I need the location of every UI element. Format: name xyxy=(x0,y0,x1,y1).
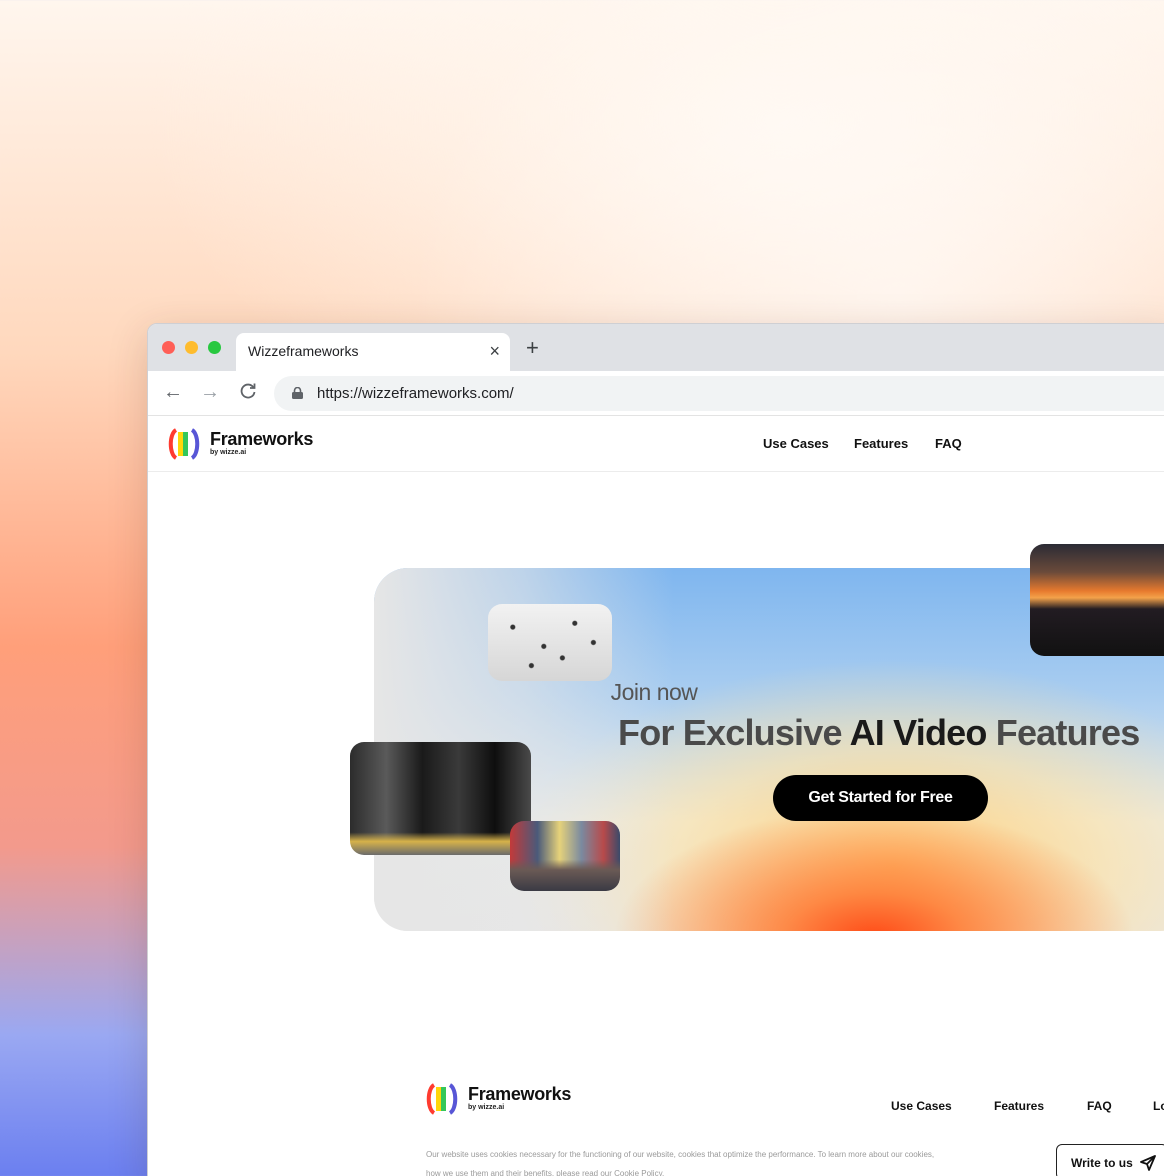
address-bar[interactable]: https://wizzeframeworks.com/ xyxy=(274,376,1164,411)
footer-nav-login[interactable]: Lo xyxy=(1153,1099,1164,1113)
walking-feet-image xyxy=(350,742,531,855)
brand[interactable]: Frameworks by wizze.ai xyxy=(210,429,313,457)
send-icon xyxy=(1140,1155,1156,1171)
tab-bar: Wizzeframeworks × + xyxy=(148,324,1164,371)
footer-nav-faq[interactable]: FAQ xyxy=(1087,1099,1112,1113)
new-tab-icon[interactable]: + xyxy=(526,337,539,359)
get-started-button[interactable]: Get Started for Free xyxy=(773,775,988,821)
forward-arrow-icon[interactable]: → xyxy=(200,381,220,403)
footer-brand[interactable]: Frameworks by wizze.ai xyxy=(468,1084,571,1112)
footer-brand-subtitle: by wizze.ai xyxy=(468,1104,505,1111)
minimize-window-button[interactable] xyxy=(185,341,198,354)
headline-suffix: Features xyxy=(986,712,1140,753)
join-now-text: Join now xyxy=(610,679,698,705)
website-viewport: Frameworks by wizze.ai Use Cases Feature… xyxy=(148,416,1164,1176)
browser-toolbar: ← → https://wizzeframeworks.com/ xyxy=(148,371,1164,416)
url-text: https://wizzeframeworks.com/ xyxy=(317,385,514,402)
nav-features[interactable]: Features xyxy=(854,436,908,451)
nav-faq[interactable]: FAQ xyxy=(935,436,962,451)
cookie-line-1: Our website uses cookies necessary for t… xyxy=(426,1150,935,1159)
maximize-window-button[interactable] xyxy=(208,341,221,354)
hero-headline: For Exclusive AI Video Features xyxy=(618,712,1140,754)
close-icon[interactable]: × xyxy=(489,341,500,361)
reload-icon[interactable] xyxy=(238,381,258,406)
nav-use-cases[interactable]: Use Cases xyxy=(763,436,829,451)
back-arrow-icon[interactable]: ← xyxy=(163,381,183,403)
tab-wizzeframeworks[interactable]: Wizzeframeworks × xyxy=(236,333,510,371)
footer-logo-icon[interactable] xyxy=(426,1083,458,1115)
crowd-aerial-image xyxy=(488,604,612,681)
footer-nav-use-cases[interactable]: Use Cases xyxy=(891,1099,952,1113)
site-header: Frameworks by wizze.ai Use Cases Feature… xyxy=(148,416,1164,472)
headline-emphasis: AI Video xyxy=(849,712,988,753)
browser-window: Wizzeframeworks × + ← → https://wizzefra… xyxy=(147,323,1164,1176)
cookie-line-2: how we use them and their benefits, plea… xyxy=(426,1169,665,1176)
headline-prefix: For Exclusive xyxy=(618,712,850,753)
footer-brand-name: Frameworks xyxy=(468,1084,572,1104)
tab-title: Wizzeframeworks xyxy=(248,343,359,359)
sunset-image xyxy=(1030,544,1164,656)
brand-subtitle: by wizze.ai xyxy=(210,449,247,456)
footer-nav-features[interactable]: Features xyxy=(994,1099,1044,1113)
city-square-image xyxy=(510,821,620,891)
write-to-us-label: Write to us xyxy=(1071,1156,1133,1170)
lock-icon xyxy=(292,387,303,399)
cookie-notice: Our website uses cookies necessary for t… xyxy=(426,1145,1046,1176)
write-to-us-button[interactable]: Write to us xyxy=(1056,1144,1164,1176)
brand-name: Frameworks xyxy=(210,429,314,449)
close-window-button[interactable] xyxy=(162,341,175,354)
reload-icon-svg xyxy=(240,383,256,399)
frameworks-logo-icon[interactable] xyxy=(168,428,200,460)
